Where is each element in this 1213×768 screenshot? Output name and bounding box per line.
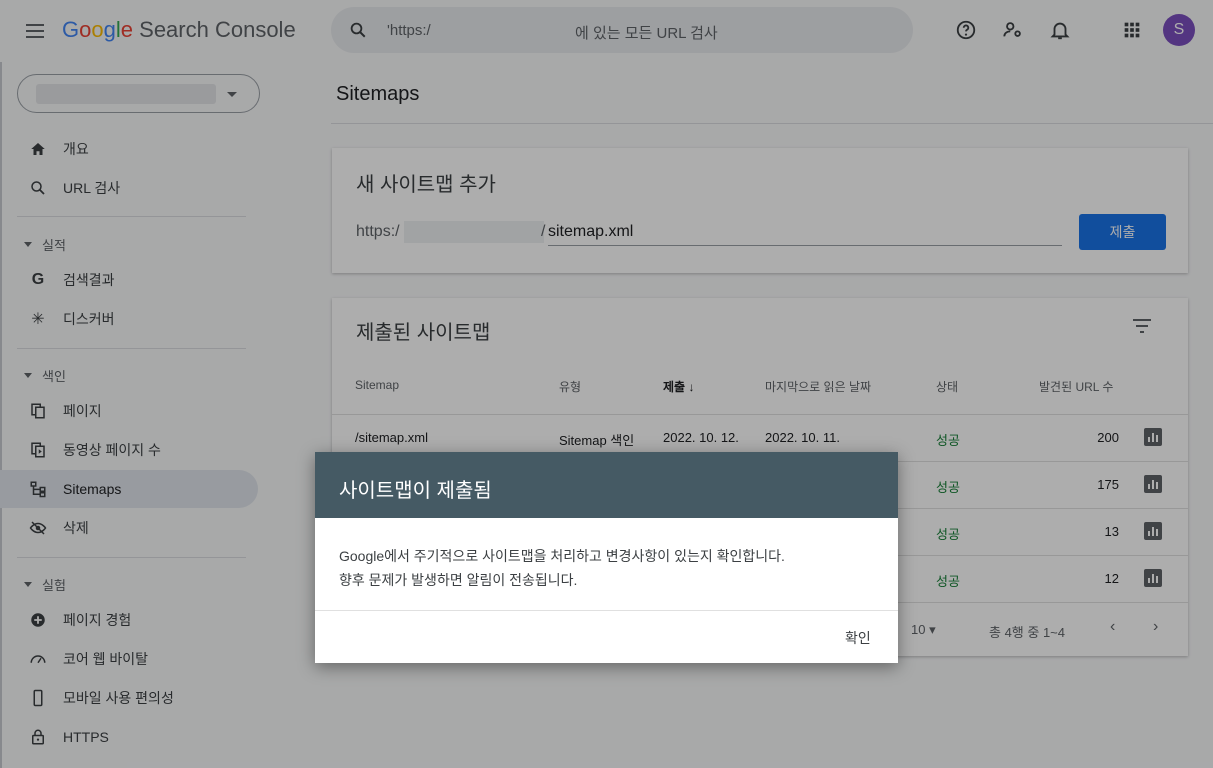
sitemap-submitted-dialog: 사이트맵이 제출됨 Google에서 주기적으로 사이트맵을 처리하고 변경사항… [315, 452, 898, 663]
dialog-message-line: Google에서 주기적으로 사이트맵을 처리하고 변경사항이 있는지 확인합니… [339, 548, 785, 564]
dialog-divider [315, 610, 898, 611]
dialog-message-line: 향후 문제가 발생하면 알림이 전송됩니다. [339, 572, 578, 588]
dialog-ok-button[interactable]: 확인 [845, 628, 871, 648]
dialog-header: 사이트맵이 제출됨 [315, 452, 898, 518]
dialog-message: Google에서 주기적으로 사이트맵을 처리하고 변경사항이 있는지 확인합니… [339, 544, 879, 592]
dialog-title: 사이트맵이 제출됨 [339, 480, 492, 502]
